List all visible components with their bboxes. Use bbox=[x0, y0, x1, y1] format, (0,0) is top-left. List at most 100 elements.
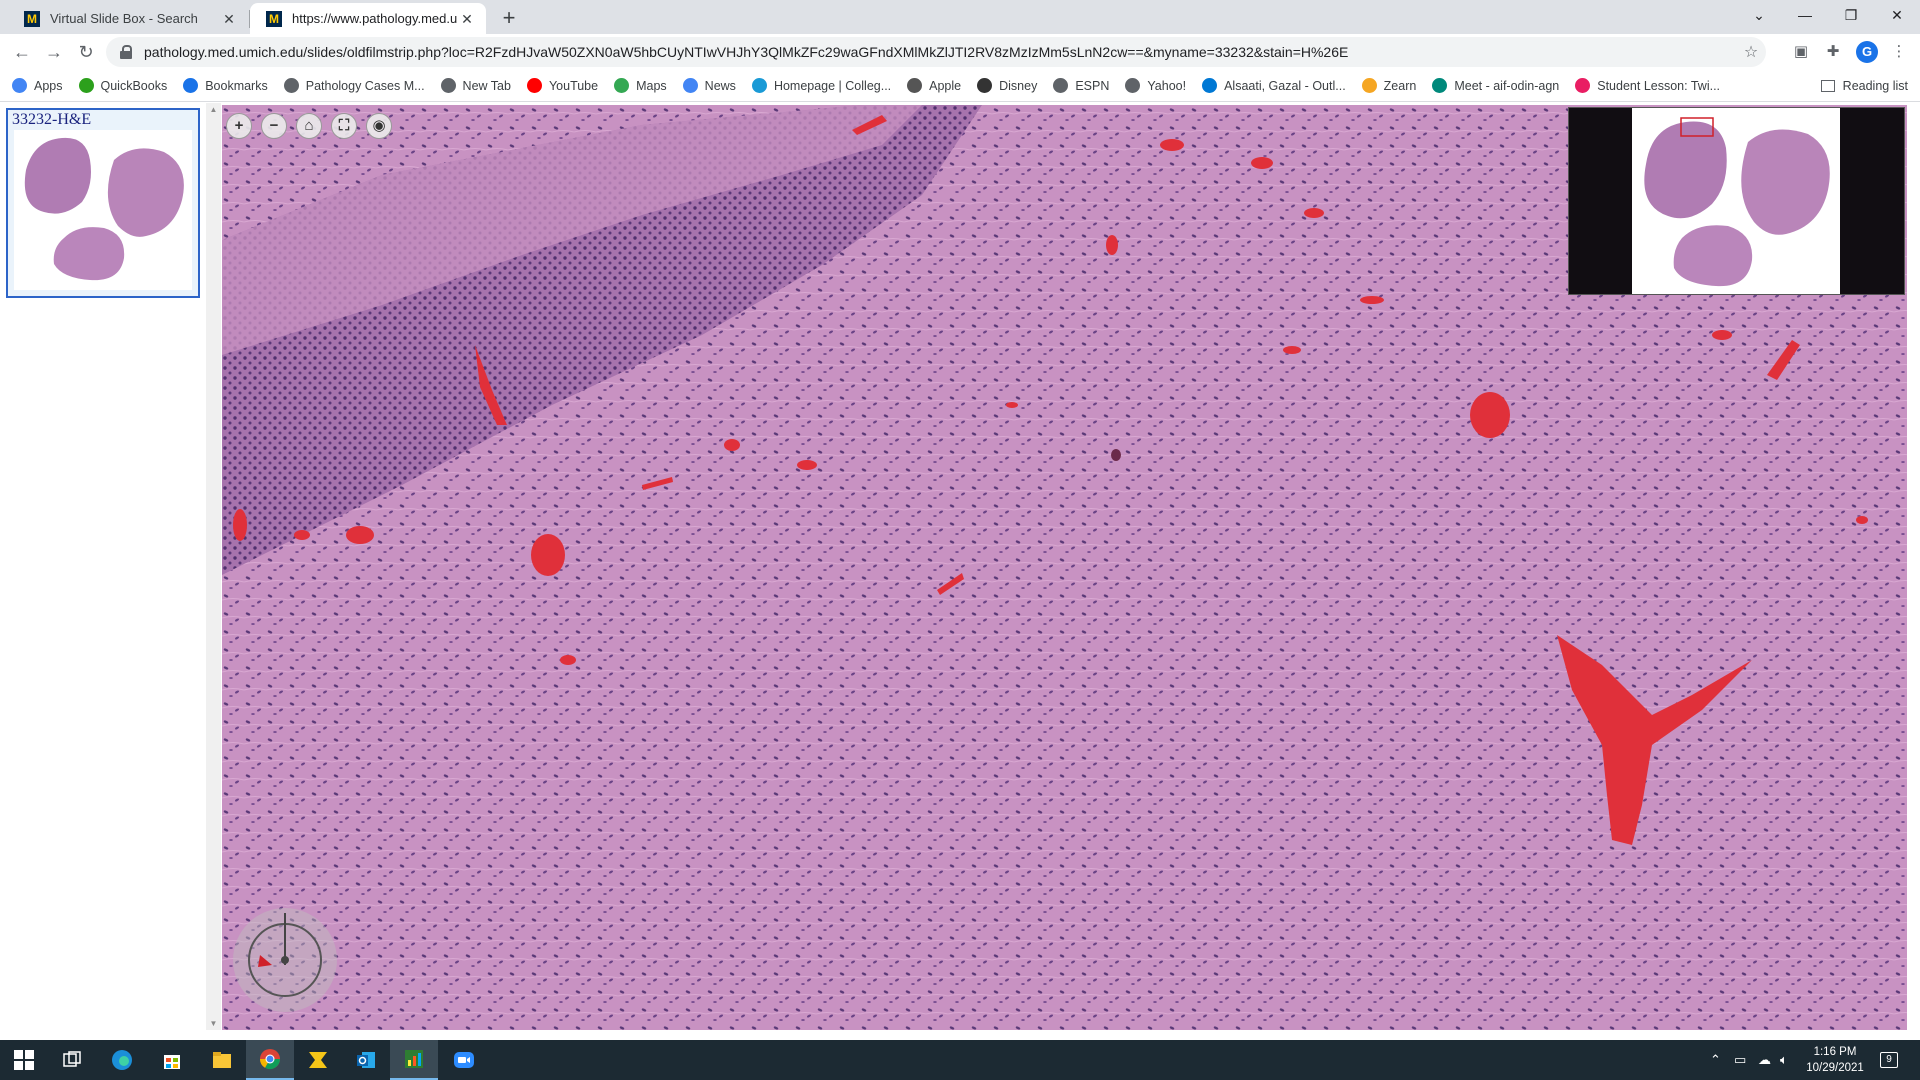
bookmark-label: News bbox=[704, 78, 736, 93]
bookmark-apple[interactable]: Apple bbox=[907, 78, 961, 93]
bookmark-label: Bookmarks bbox=[205, 78, 268, 93]
bookmark-espn[interactable]: ESPN bbox=[1053, 78, 1109, 93]
windows-start-icon[interactable] bbox=[0, 1040, 48, 1080]
bookmark-apps[interactable]: Apps bbox=[12, 78, 63, 93]
youtube-icon bbox=[526, 78, 542, 93]
onedrive-cloud-icon[interactable]: ☁ bbox=[1758, 1040, 1771, 1080]
reading-list-button[interactable]: Reading list bbox=[1820, 70, 1908, 102]
bookmark-yahoo[interactable]: Yahoo! bbox=[1125, 78, 1186, 93]
reload-icon[interactable]: ↻ bbox=[72, 38, 100, 66]
system-clock[interactable]: 1:16 PM 10/29/2021 bbox=[1798, 1044, 1872, 1076]
bookmark-label: Zearn bbox=[1383, 78, 1417, 93]
lesson-icon bbox=[1575, 78, 1591, 93]
rotation-compass[interactable] bbox=[230, 905, 340, 1015]
slide-label: 33232-H&E bbox=[12, 111, 92, 128]
bookmark-star-icon[interactable]: ☆ bbox=[1736, 42, 1766, 62]
clock-time: 1:16 PM bbox=[1813, 1046, 1857, 1058]
fullscreen-button[interactable]: ⛶ bbox=[331, 113, 357, 139]
lock-icon[interactable] bbox=[120, 45, 132, 59]
bookmark-label: YouTube bbox=[548, 78, 599, 93]
globe-icon bbox=[1053, 78, 1069, 93]
apple-icon bbox=[907, 78, 923, 93]
tab-pathology-slide[interactable]: M https://www.pathology.med.umi ✕ bbox=[250, 3, 486, 34]
tray-overflow-chevron-icon[interactable]: ⌃ bbox=[1710, 1040, 1721, 1080]
apps-grid-icon bbox=[12, 78, 27, 93]
bookmark-news[interactable]: News bbox=[682, 78, 736, 93]
globe-icon bbox=[1125, 78, 1141, 93]
outlook-icon[interactable] bbox=[342, 1040, 390, 1080]
bookmark-meet-aif-odin-agn[interactable]: Meet - aif-odin-agn bbox=[1432, 78, 1559, 93]
profile-avatar[interactable]: G bbox=[1856, 41, 1878, 63]
bookmark-maps[interactable]: Maps bbox=[614, 78, 667, 93]
bookmark-alsaati-gazal-outl[interactable]: Alsaati, Gazal - Outl... bbox=[1202, 78, 1346, 93]
bookmark-youtube[interactable]: YouTube bbox=[526, 78, 599, 93]
minimize-button[interactable]: — bbox=[1782, 0, 1828, 30]
bookmark-label: QuickBooks bbox=[100, 78, 168, 93]
reading-list-icon bbox=[1820, 80, 1835, 92]
forward-arrow-icon[interactable]: → bbox=[40, 38, 68, 66]
bookmark-label: Homepage | Colleg... bbox=[773, 78, 892, 93]
zearn-icon bbox=[1361, 78, 1377, 93]
meet-icon bbox=[1432, 78, 1448, 93]
zoom-out-button[interactable]: − bbox=[261, 113, 287, 139]
reading-list-label: Reading list bbox=[1842, 79, 1908, 93]
bookmark-label: Disney bbox=[999, 78, 1038, 93]
scroll-up-arrow-icon[interactable]: ▲ bbox=[208, 105, 219, 114]
close-window-button[interactable]: ✕ bbox=[1874, 0, 1920, 30]
overview-slide-image bbox=[1632, 108, 1840, 294]
bookmark-bookmarks[interactable]: Bookmarks bbox=[183, 78, 268, 93]
url-text: pathology.med.umich.edu/slides/oldfilmst… bbox=[144, 44, 1349, 60]
michigan-favicon-icon: M bbox=[24, 10, 40, 27]
scroll-down-arrow-icon[interactable]: ▼ bbox=[208, 1019, 219, 1028]
edge-browser-icon[interactable] bbox=[98, 1040, 146, 1080]
bookmark-label: Meet - aif-odin-agn bbox=[1454, 78, 1560, 93]
slide-filmstrip: 33232-H&E bbox=[0, 103, 206, 1030]
zoom-in-button[interactable]: + bbox=[226, 113, 252, 139]
disney-icon bbox=[977, 78, 993, 93]
network-icon[interactable]: ▭ bbox=[1734, 1040, 1746, 1080]
tab-search-chevron-icon[interactable]: ⌄ bbox=[1736, 0, 1782, 30]
new-tab-button[interactable]: + bbox=[496, 5, 522, 31]
chart-app-icon[interactable] bbox=[390, 1040, 438, 1080]
tab-title: https://www.pathology.med.umi bbox=[292, 11, 458, 26]
clock-date: 10/29/2021 bbox=[1806, 1062, 1864, 1074]
back-arrow-icon[interactable]: ← bbox=[8, 38, 36, 66]
college-icon bbox=[751, 78, 767, 93]
bookmarks-bar: Apps QuickBooks Bookmarks Pathology Cases M… bbox=[0, 70, 1920, 102]
close-tab-icon[interactable]: ✕ bbox=[458, 10, 476, 28]
task-view-icon[interactable] bbox=[48, 1040, 96, 1080]
bookmark-zearn[interactable]: Zearn bbox=[1361, 78, 1417, 93]
zoom-meetings-icon[interactable] bbox=[440, 1040, 488, 1080]
news-icon bbox=[682, 78, 698, 93]
kebab-menu-icon[interactable]: ⋮ bbox=[1888, 41, 1910, 63]
windows-taskbar: ⌃ ▭ ☁ 🔈︎ 1:16 PM 10/29/2021 9 bbox=[0, 1040, 1920, 1080]
volume-icon[interactable]: 🔈︎ bbox=[1780, 1040, 1788, 1080]
bookmark-disney[interactable]: Disney bbox=[977, 78, 1037, 93]
notification-center-icon[interactable]: 9 bbox=[1880, 1040, 1898, 1080]
extension-icon[interactable]: ▣ bbox=[1790, 41, 1812, 63]
bookmark-student-lesson-twi[interactable]: Student Lesson: Twi... bbox=[1575, 78, 1720, 93]
microsoft-store-icon[interactable] bbox=[148, 1040, 196, 1080]
bookmark-label: Student Lesson: Twi... bbox=[1597, 78, 1721, 93]
browser-toolbar: ← → ↻ pathology.med.umich.edu/slides/old… bbox=[0, 34, 1920, 70]
yellow-app-icon[interactable] bbox=[294, 1040, 342, 1080]
bookmark-new-tab[interactable]: New Tab bbox=[440, 78, 511, 93]
tab-virtual-slide-box[interactable]: M Virtual Slide Box - Search ✕ bbox=[8, 3, 248, 34]
slide-thumbnail[interactable]: 33232-H&E bbox=[6, 108, 200, 298]
bookmark-homepage-colleg[interactable]: Homepage | Colleg... bbox=[751, 78, 892, 93]
overview-navigator[interactable] bbox=[1568, 107, 1905, 295]
bookmark-label: Maps bbox=[636, 78, 667, 93]
bookmark-quickbooks[interactable]: QuickBooks bbox=[78, 78, 168, 93]
file-explorer-icon[interactable] bbox=[198, 1040, 246, 1080]
filmstrip-scrollbar[interactable]: ▲ ▼ bbox=[206, 103, 221, 1030]
chrome-browser-icon[interactable] bbox=[246, 1040, 294, 1080]
close-tab-icon[interactable]: ✕ bbox=[220, 10, 238, 28]
snapshot-button[interactable]: ◉ bbox=[366, 113, 392, 139]
bookmark-label: Apple bbox=[929, 78, 962, 93]
bookmark-pathology-cases-m[interactable]: Pathology Cases M... bbox=[283, 78, 425, 93]
restore-button[interactable]: ❐ bbox=[1828, 0, 1874, 30]
address-bar[interactable]: pathology.med.umich.edu/slides/oldfilmst… bbox=[106, 37, 1766, 67]
home-button[interactable]: ⌂ bbox=[296, 113, 322, 139]
slide-viewer-canvas[interactable]: + − ⌂ ⛶ ◉ bbox=[222, 105, 1907, 1030]
puzzle-extensions-icon[interactable]: ✚ bbox=[1822, 41, 1844, 63]
